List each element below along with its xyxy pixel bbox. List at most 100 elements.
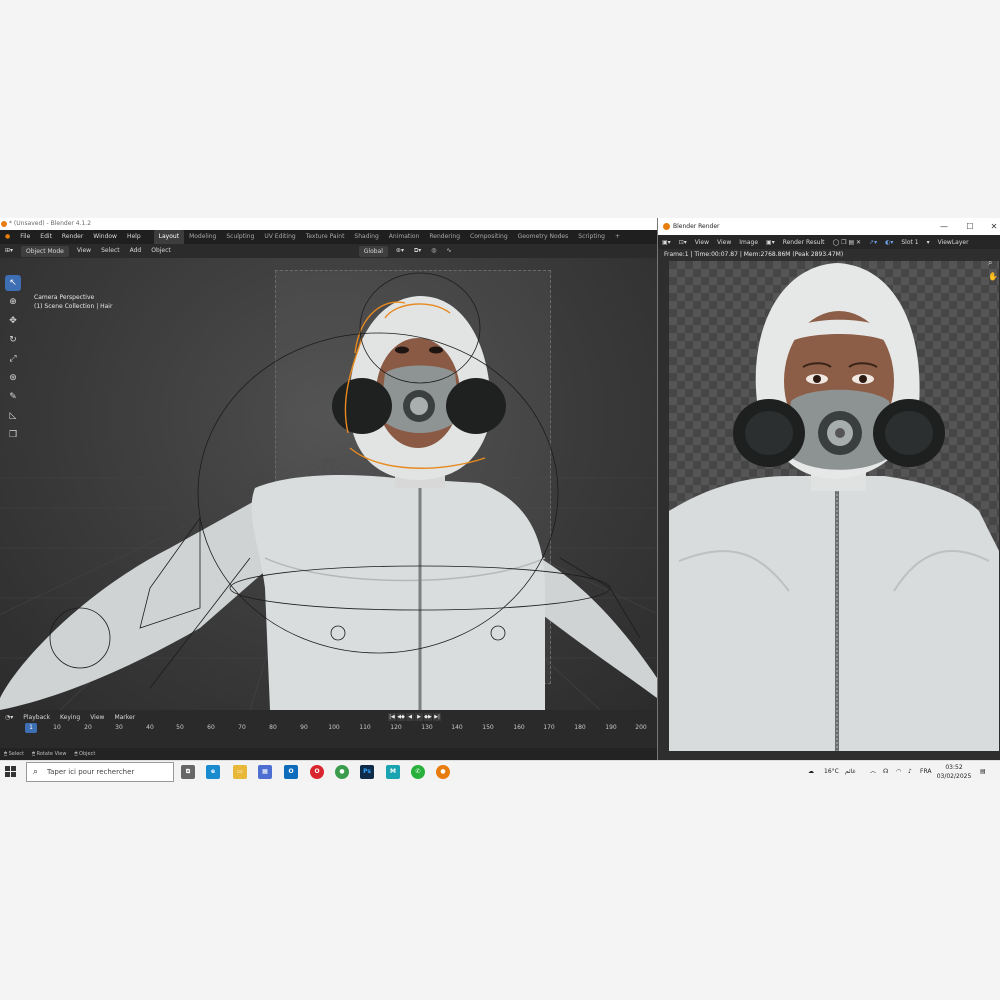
move-icon[interactable]: ✥ — [5, 313, 21, 329]
frame-tick: 50 — [176, 724, 184, 731]
tab-layout[interactable]: Layout — [153, 230, 185, 244]
transform-orientation-dropdown[interactable]: Global — [358, 245, 388, 257]
volume-icon[interactable]: ♪ — [908, 761, 912, 783]
notifications-icon[interactable]: ▤ — [980, 761, 986, 783]
tab-uv-editing[interactable]: UV Editing — [259, 230, 300, 244]
jump-end-icon[interactable]: ▶| — [433, 713, 441, 721]
network-icon[interactable]: ☊ — [883, 761, 888, 783]
play-icon[interactable]: ▶ — [415, 713, 423, 721]
add-cube-icon[interactable]: ❒ — [5, 427, 21, 443]
weather-text[interactable]: غائم — [845, 761, 856, 783]
sample-tool-icon[interactable]: ↗▾ — [865, 239, 881, 246]
prev-keyframe-icon[interactable]: ◀◆ — [397, 713, 405, 721]
render-menu-view-1[interactable]: View — [691, 239, 713, 246]
menu-window[interactable]: Window — [88, 230, 122, 244]
tab-geometry-nodes[interactable]: Geometry Nodes — [513, 230, 574, 244]
header-menu-add[interactable]: Add — [125, 244, 147, 258]
menu-file[interactable]: File — [15, 230, 35, 244]
timeline-menu-playback[interactable]: Playback — [18, 714, 55, 721]
frame-tick: 60 — [207, 724, 215, 731]
image-editor-icon[interactable]: ▣▾ — [658, 239, 675, 246]
frame-ruler[interactable]: 1 10 20 30 40 50 60 70 80 90 100 110 120… — [0, 723, 657, 734]
tray-chevron-icon[interactable]: ︿ — [870, 761, 876, 783]
timeline-menu-view[interactable]: View — [85, 714, 109, 721]
render-result-field[interactable]: Render Result — [779, 239, 829, 246]
task-view-icon[interactable]: ⧉ — [181, 765, 195, 779]
view-mode-icon[interactable]: ⊡▾ — [675, 239, 691, 246]
timeline-menu-marker[interactable]: Marker — [109, 714, 140, 721]
pivot-icon[interactable]: ⊛▾ — [391, 244, 409, 258]
timeline-menu-keying[interactable]: Keying — [55, 714, 85, 721]
file-explorer-icon[interactable]: ▭ — [233, 765, 247, 779]
play-reverse-icon[interactable]: ◀ — [406, 713, 414, 721]
zoom-icon[interactable]: ⌕ — [988, 258, 998, 268]
tab-sculpting[interactable]: Sculpting — [221, 230, 259, 244]
proportional-edit-icon[interactable]: ◎ — [426, 244, 441, 258]
image-actions-icons[interactable]: ◯ ❐ ▤ ✕ — [829, 239, 866, 246]
view-layer-dropdown[interactable]: ViewLayer — [934, 239, 973, 246]
weather-temperature[interactable]: 16°C — [824, 761, 839, 783]
header-menu-object[interactable]: Object — [146, 244, 176, 258]
render-menu-view-2[interactable]: View — [713, 239, 735, 246]
tab-modeling[interactable]: Modeling — [184, 230, 221, 244]
display-channels-icon[interactable]: ◐▾ — [881, 239, 897, 246]
menu-edit[interactable]: Edit — [35, 230, 57, 244]
editor-type-icon[interactable]: ⊞▾ — [0, 244, 18, 258]
image-browse-icon[interactable]: ▣▾ — [762, 239, 779, 246]
slot-chevron-icon[interactable]: ▾ — [923, 239, 934, 246]
blender-logo-icon — [663, 223, 670, 230]
scale-icon[interactable]: ⤢ — [5, 351, 21, 367]
store-icon[interactable]: ▦ — [258, 765, 272, 779]
tab-rendering[interactable]: Rendering — [424, 230, 465, 244]
measure-icon[interactable]: ◺ — [5, 408, 21, 424]
weather-icon[interactable]: ☁ — [808, 761, 814, 783]
menu-render[interactable]: Render — [57, 230, 88, 244]
frame-tick: 20 — [84, 724, 92, 731]
cursor-icon[interactable]: ⊕ — [5, 294, 21, 310]
close-icon[interactable]: ✕ — [983, 218, 1000, 235]
jump-start-icon[interactable]: |◀ — [388, 713, 396, 721]
render-result-image[interactable] — [669, 261, 999, 751]
windows-start-icon[interactable] — [5, 766, 17, 778]
tab-shading[interactable]: Shading — [349, 230, 383, 244]
outlook-icon[interactable]: O — [284, 765, 298, 779]
frame-tick: 140 — [451, 724, 463, 731]
whatsapp-icon[interactable]: ✆ — [411, 765, 425, 779]
maximize-icon[interactable]: ☐ — [959, 218, 981, 235]
maya-icon[interactable]: M — [386, 765, 400, 779]
header-menu-select[interactable]: Select — [96, 244, 125, 258]
menu-help[interactable]: Help — [122, 230, 146, 244]
frame-tick: 170 — [543, 724, 555, 731]
tab-scripting[interactable]: Scripting — [573, 230, 610, 244]
taskbar-search-box[interactable]: ⌕ Taper ici pour rechercher — [26, 762, 174, 782]
annotate-icon[interactable]: ✎ — [5, 389, 21, 405]
slot-dropdown[interactable]: Slot 1 — [897, 239, 922, 246]
next-keyframe-icon[interactable]: ◆▶ — [424, 713, 432, 721]
photoshop-icon[interactable]: Ps — [360, 765, 374, 779]
minimize-icon[interactable]: — — [933, 218, 955, 235]
opera-icon[interactable]: O — [310, 765, 324, 779]
tab-compositing[interactable]: Compositing — [465, 230, 513, 244]
character-viewport[interactable] — [0, 258, 657, 710]
current-frame-indicator[interactable]: 1 — [25, 723, 37, 733]
add-workspace-button[interactable]: + — [610, 230, 625, 244]
pan-hand-icon[interactable]: ✋ — [988, 272, 998, 281]
blender-logo-menu-icon[interactable]: ● — [0, 230, 15, 244]
3d-viewport[interactable]: ↖ ⊕ ✥ ↻ ⤢ ⊛ ✎ ◺ ❒ Camera Perspective (1)… — [0, 258, 657, 710]
transform-icon[interactable]: ⊛ — [5, 370, 21, 386]
blender-taskbar-icon[interactable]: ● — [436, 765, 450, 779]
mode-dropdown[interactable]: Object Mode — [21, 245, 69, 257]
select-box-icon[interactable]: ↖ — [5, 275, 21, 291]
timeline-editor-icon[interactable]: ◔▾ — [0, 714, 18, 721]
header-menu-view[interactable]: View — [72, 244, 96, 258]
rotate-icon[interactable]: ↻ — [5, 332, 21, 348]
tab-texture-paint[interactable]: Texture Paint — [301, 230, 350, 244]
chrome-icon[interactable]: ● — [335, 765, 349, 779]
edge-icon[interactable]: e — [206, 765, 220, 779]
taskbar-clock[interactable]: 03:52 03/02/2025 — [930, 763, 978, 781]
tab-animation[interactable]: Animation — [384, 230, 425, 244]
render-menu-image[interactable]: Image — [735, 239, 762, 246]
snap-icon[interactable]: ⧉▾ — [409, 244, 426, 258]
wifi-icon[interactable]: ◠ — [896, 761, 901, 783]
wave-icon[interactable]: ∿ — [442, 244, 457, 258]
